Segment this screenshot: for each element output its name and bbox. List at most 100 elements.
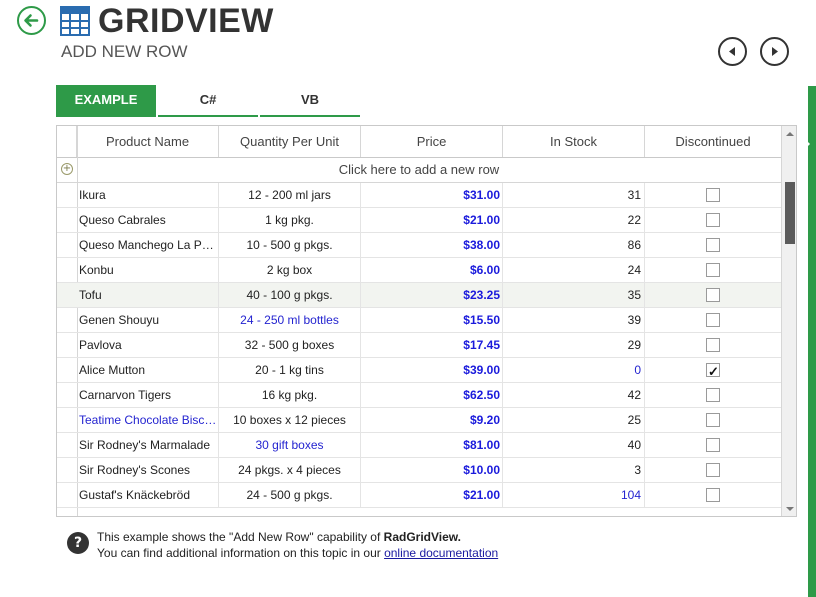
cell-discontinued[interactable] <box>645 358 781 382</box>
cell-quantity-per-unit[interactable]: 1 kg pkg. <box>219 208 361 232</box>
cell-in-stock[interactable]: 0 <box>503 358 645 382</box>
column-header-product-name[interactable]: Product Name <box>77 126 219 157</box>
cell-price[interactable]: $15.50 <box>361 308 503 332</box>
discontinued-checkbox[interactable] <box>706 288 720 302</box>
discontinued-checkbox[interactable] <box>706 338 720 352</box>
tab-vb[interactable]: VB <box>260 85 360 117</box>
cell-price[interactable]: $39.00 <box>361 358 503 382</box>
cell-product-name[interactable]: Gustaf's Knäckebröd <box>77 483 219 507</box>
cell-discontinued[interactable] <box>645 283 781 307</box>
cell-quantity-per-unit[interactable]: 24 - 500 g pkgs. <box>219 483 361 507</box>
cell-quantity-per-unit[interactable]: 10 boxes x 12 pieces <box>219 408 361 432</box>
cell-product-name[interactable]: Teatime Chocolate Biscuits <box>77 408 219 432</box>
cell-in-stock[interactable]: 86 <box>503 233 645 257</box>
cell-product-name[interactable]: Queso Manchego La Pastora <box>77 233 219 257</box>
discontinued-checkbox[interactable] <box>706 488 720 502</box>
column-header-price[interactable]: Price <box>361 126 503 157</box>
discontinued-checkbox[interactable] <box>706 360 720 382</box>
cell-price[interactable]: $17.45 <box>361 333 503 357</box>
cell-price[interactable]: $21.00 <box>361 483 503 507</box>
table-row[interactable]: Sir Rodney's Scones 24 pkgs. x 4 pieces $1… <box>57 458 781 483</box>
discontinued-checkbox[interactable] <box>706 213 720 227</box>
cell-price[interactable]: $23.25 <box>361 283 503 307</box>
cell-product-name[interactable]: Genen Shouyu <box>77 308 219 332</box>
add-new-row[interactable]: + Click here to add a new row <box>57 158 781 183</box>
cell-product-name[interactable]: Carnarvon Tigers <box>77 383 219 407</box>
cell-in-stock[interactable]: 42 <box>503 383 645 407</box>
cell-in-stock[interactable]: 3 <box>503 458 645 482</box>
cell-discontinued[interactable] <box>645 183 781 207</box>
cell-price[interactable]: $38.00 <box>361 233 503 257</box>
cell-in-stock[interactable]: 31 <box>503 183 645 207</box>
table-row[interactable]: Teatime Chocolate Biscuits 10 boxes x 12 … <box>57 408 781 433</box>
cell-discontinued[interactable] <box>645 258 781 282</box>
next-example-button[interactable] <box>760 37 789 66</box>
cell-discontinued[interactable] <box>645 408 781 432</box>
cell-price[interactable]: $6.00 <box>361 258 503 282</box>
table-row[interactable]: Queso Manchego La Pastora10 - 500 g pkgs… <box>57 233 781 258</box>
cell-quantity-per-unit[interactable]: 20 - 1 kg tins <box>219 358 361 382</box>
scrollbar-thumb[interactable] <box>785 182 795 244</box>
scroll-down-arrow-icon[interactable] <box>786 507 794 511</box>
table-row[interactable]: Alice Mutton 20 - 1 kg tins $39.00 0 <box>57 358 781 383</box>
column-header-quantity[interactable]: Quantity Per Unit <box>219 126 361 157</box>
table-row[interactable]: Konbu 2 kg box $6.00 24 <box>57 258 781 283</box>
discontinued-checkbox[interactable] <box>706 263 720 277</box>
cell-quantity-per-unit[interactable]: 40 - 100 g pkgs. <box>219 283 361 307</box>
cell-price[interactable]: $31.00 <box>361 183 503 207</box>
vertical-scrollbar[interactable] <box>781 126 796 516</box>
cell-product-name[interactable]: Sir Rodney's Scones <box>77 458 219 482</box>
cell-quantity-per-unit[interactable]: 12 - 200 ml jars <box>219 183 361 207</box>
cell-quantity-per-unit[interactable]: 16 kg pkg. <box>219 383 361 407</box>
table-row[interactable]: Ikura 12 - 200 ml jars $31.00 31 <box>57 183 781 208</box>
cell-product-name[interactable]: Ikura <box>77 183 219 207</box>
table-row[interactable]: Pavlova 32 - 500 g boxes $17.45 29 <box>57 333 781 358</box>
column-header-discontinued[interactable]: Discontinued <box>645 126 781 157</box>
table-row[interactable]: Sir Rodney's Marmalade 30 gift boxes $81.0… <box>57 433 781 458</box>
cell-discontinued[interactable] <box>645 233 781 257</box>
cell-quantity-per-unit[interactable]: 10 - 500 g pkgs. <box>219 233 361 257</box>
table-row[interactable]: Genen Shouyu 24 - 250 ml bottles $15.50 39 <box>57 308 781 333</box>
discontinued-checkbox[interactable] <box>706 463 720 477</box>
discontinued-checkbox[interactable] <box>706 238 720 252</box>
table-row[interactable]: Carnarvon Tigers 16 kg pkg. $62.50 42 <box>57 383 781 408</box>
discontinued-checkbox[interactable] <box>706 388 720 402</box>
cell-in-stock[interactable]: 22 <box>503 208 645 232</box>
table-row[interactable]: Tofu 40 - 100 g pkgs. $23.25 35 <box>57 283 781 308</box>
scroll-up-arrow-icon[interactable] <box>786 132 794 136</box>
cell-product-name[interactable]: Sir Rodney's Marmalade <box>77 433 219 457</box>
cell-product-name[interactable]: Queso Cabrales <box>77 208 219 232</box>
cell-price[interactable]: $21.00 <box>361 208 503 232</box>
cell-quantity-per-unit[interactable]: 32 - 500 g boxes <box>219 333 361 357</box>
cell-quantity-per-unit[interactable]: 2 kg box <box>219 258 361 282</box>
cell-quantity-per-unit[interactable]: 24 pkgs. x 4 pieces <box>219 458 361 482</box>
tab-csharp[interactable]: C# <box>158 85 258 117</box>
cell-in-stock[interactable]: 24 <box>503 258 645 282</box>
cell-discontinued[interactable] <box>645 483 781 507</box>
cell-price[interactable]: $81.00 <box>361 433 503 457</box>
cell-quantity-per-unit[interactable]: 24 - 250 ml bottles <box>219 308 361 332</box>
cell-product-name[interactable]: Pavlova <box>77 333 219 357</box>
cell-product-name[interactable]: Konbu <box>77 258 219 282</box>
cell-price[interactable]: $9.20 <box>361 408 503 432</box>
cell-product-name[interactable]: Tofu <box>77 283 219 307</box>
table-row[interactable]: Queso Cabrales 1 kg pkg. $21.00 22 <box>57 208 781 233</box>
discontinued-checkbox[interactable] <box>706 188 720 202</box>
cell-discontinued[interactable] <box>645 433 781 457</box>
cell-price[interactable]: $62.50 <box>361 383 503 407</box>
cell-quantity-per-unit[interactable]: 30 gift boxes <box>219 433 361 457</box>
cell-in-stock[interactable]: 40 <box>503 433 645 457</box>
previous-example-button[interactable] <box>718 37 747 66</box>
cell-product-name[interactable]: Alice Mutton <box>77 358 219 382</box>
back-button[interactable] <box>17 6 46 35</box>
cell-discontinued[interactable] <box>645 458 781 482</box>
cell-in-stock[interactable]: 104 <box>503 483 645 507</box>
cell-price[interactable]: $10.00 <box>361 458 503 482</box>
cell-discontinued[interactable] <box>645 383 781 407</box>
column-header-in-stock[interactable]: In Stock <box>503 126 645 157</box>
cell-in-stock[interactable]: 35 <box>503 283 645 307</box>
discontinued-checkbox[interactable] <box>706 313 720 327</box>
discontinued-checkbox[interactable] <box>706 413 720 427</box>
cell-in-stock[interactable]: 25 <box>503 408 645 432</box>
cell-discontinued[interactable] <box>645 333 781 357</box>
